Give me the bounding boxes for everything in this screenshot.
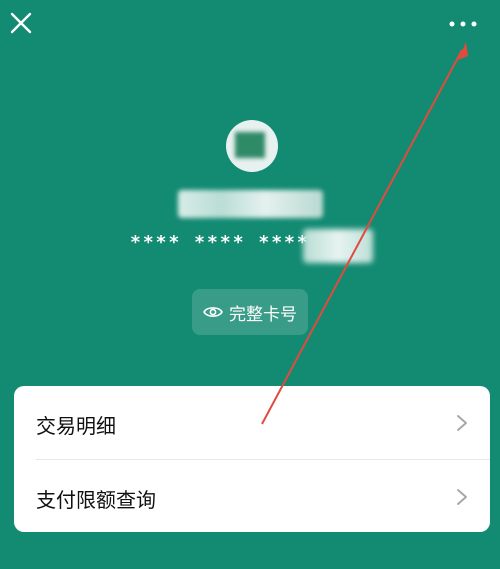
- menu-item-label: 交易明细: [36, 414, 116, 438]
- menu-item-payment-limit-query[interactable]: 支付限额查询: [14, 460, 490, 532]
- chevron-right-icon: [457, 415, 467, 431]
- eye-icon: [203, 307, 223, 317]
- full-card-number-button[interactable]: 完整卡号: [192, 289, 308, 335]
- bank-logo-avatar: [226, 120, 278, 172]
- bank-logo-blurred: [235, 132, 265, 158]
- menu-item-label: 支付限额查询: [36, 488, 156, 512]
- chevron-right-icon: [457, 489, 467, 505]
- menu-card: 交易明细 支付限额查询: [14, 386, 490, 532]
- close-icon: [10, 12, 32, 34]
- more-button[interactable]: [446, 13, 480, 35]
- card-number-tail-blurred: [303, 229, 373, 263]
- more-horizontal-icon: [449, 21, 477, 27]
- card-name-blurred: [178, 190, 323, 218]
- masked-card-number: **** **** ****: [130, 232, 310, 253]
- menu-item-transaction-details[interactable]: 交易明细: [14, 386, 490, 460]
- full-card-number-label: 完整卡号: [229, 304, 297, 325]
- close-button[interactable]: [8, 10, 34, 36]
